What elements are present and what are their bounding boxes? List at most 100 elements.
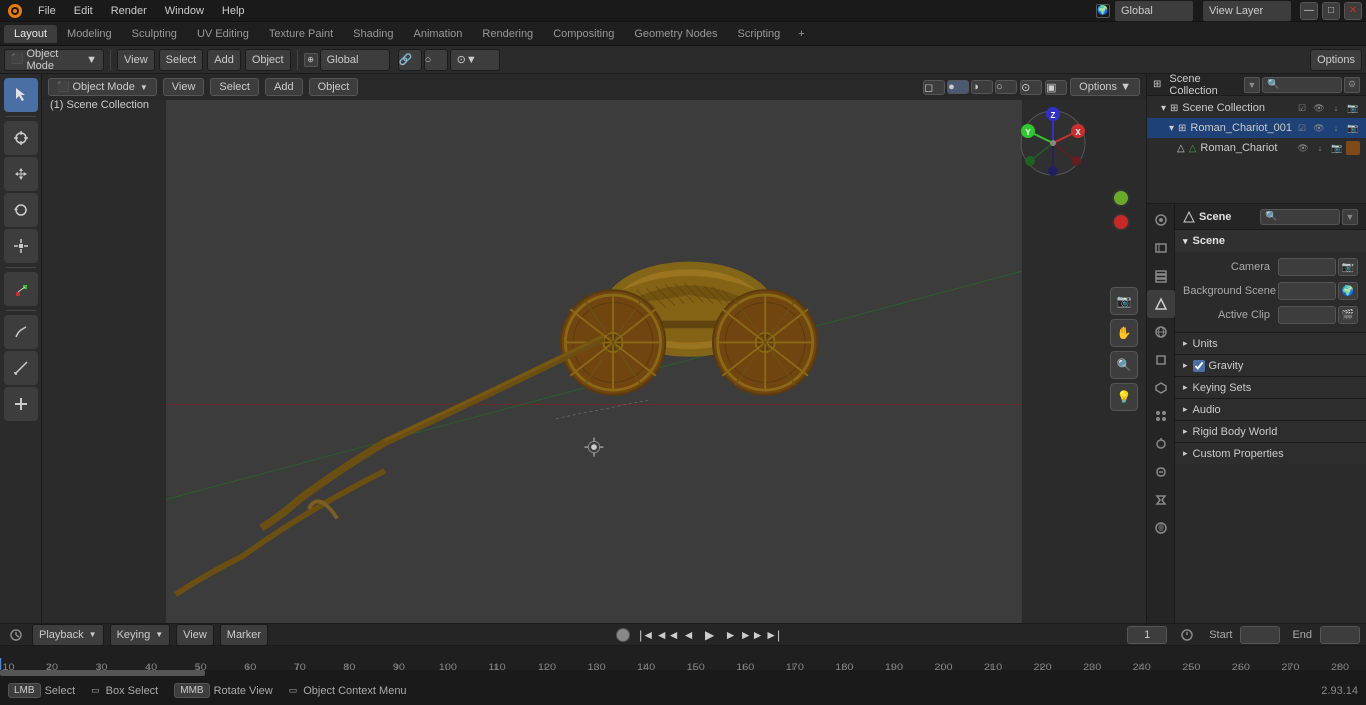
vp-lightbulb-icon[interactable]: 💡 — [1110, 383, 1138, 411]
tl-to-end-btn[interactable]: ►| — [764, 626, 782, 644]
units-section-header[interactable]: ▸ Units — [1175, 332, 1366, 354]
outliner-settings-icon[interactable]: ⚙ — [1344, 77, 1360, 93]
vp-zoom-icon[interactable]: 🔍 — [1110, 351, 1138, 379]
prop-tab-view-layer[interactable] — [1147, 262, 1175, 290]
audio-section-header[interactable]: ▸ Audio — [1175, 398, 1366, 420]
timeline-scrollbar-thumb[interactable] — [0, 670, 205, 676]
prop-tab-physics[interactable] — [1147, 430, 1175, 458]
vp-xray-btn[interactable]: ▣ — [1045, 80, 1067, 95]
view-timeline-btn[interactable]: View — [176, 624, 214, 646]
scene-selector[interactable]: Global — [1114, 0, 1194, 22]
proportional-btn[interactable]: ○ — [424, 49, 448, 71]
vp-overlay-btn[interactable]: ⊙ — [1020, 80, 1042, 95]
prop-tab-render[interactable] — [1147, 206, 1175, 234]
transform-icon[interactable]: ⊕ — [304, 53, 318, 67]
scene-section-header[interactable]: ▾ Scene — [1175, 230, 1366, 252]
tab-layout[interactable]: Layout — [4, 25, 57, 43]
outliner-row-chariot-001[interactable]: ▾ ⊞ Roman_Chariot_001 ☑ 👁 ↓ 📷 — [1147, 118, 1366, 138]
tab-shading[interactable]: Shading — [343, 25, 403, 43]
mode-selector[interactable]: ⬛ Object Mode ▼ — [4, 49, 104, 71]
active-clip-value[interactable] — [1278, 306, 1336, 324]
collection-restrict-icon[interactable]: 👁 — [1312, 101, 1326, 115]
tool-move[interactable] — [4, 157, 38, 191]
prop-tab-particles[interactable] — [1147, 402, 1175, 430]
viewport[interactable]: ⬛ Object Mode ▼ View Select Add Object ◻… — [42, 74, 1146, 623]
menu-file[interactable]: File — [30, 3, 64, 19]
outliner-filter-icon[interactable]: ▼ — [1244, 77, 1260, 93]
tl-play-btn[interactable]: ▶ — [701, 626, 719, 644]
marker-btn[interactable]: Marker — [220, 624, 268, 646]
nav-gizmo[interactable]: X Y Z — [1016, 106, 1091, 181]
tl-next-frame-btn[interactable]: ►► — [743, 626, 761, 644]
mesh-restrict-icon[interactable]: 👁 — [1296, 141, 1310, 155]
tool-rotate[interactable] — [4, 193, 38, 227]
collection-exclude-icon[interactable]: ☑ — [1295, 101, 1309, 115]
tool-transform[interactable] — [4, 272, 38, 306]
menu-help[interactable]: Help — [214, 3, 253, 19]
prop-tab-scene[interactable] — [1147, 290, 1175, 318]
vp-camera-icon[interactable]: 📷 — [1110, 287, 1138, 315]
menu-window[interactable]: Window — [157, 3, 212, 19]
chariot001-hide-icon[interactable]: ↓ — [1329, 121, 1343, 135]
prop-tab-object[interactable] — [1147, 346, 1175, 374]
proportional-mode-btn[interactable]: ⊙▼ — [450, 49, 500, 71]
prop-tab-constraints[interactable] — [1147, 458, 1175, 486]
add-btn[interactable]: Add — [207, 49, 241, 71]
bg-scene-value[interactable] — [1278, 282, 1336, 300]
prop-tab-material[interactable] — [1147, 514, 1175, 542]
tl-prev-keyframe-btn[interactable]: ◄ — [680, 626, 698, 644]
vp-select-btn[interactable]: Select — [210, 78, 259, 96]
collection-render-icon[interactable]: 📷 — [1346, 101, 1360, 115]
vp-options-btn[interactable]: Options ▼ — [1070, 78, 1140, 96]
menu-edit[interactable]: Edit — [66, 3, 101, 19]
start-frame-input[interactable]: 1 — [1240, 626, 1280, 644]
vp-solid-btn[interactable]: ● — [947, 80, 969, 94]
prop-tab-output[interactable] — [1147, 234, 1175, 262]
keying-sets-section-header[interactable]: ▸ Keying Sets — [1175, 376, 1366, 398]
blender-logo-icon[interactable] — [4, 0, 26, 22]
menu-render[interactable]: Render — [103, 3, 155, 19]
collection-hide-icon[interactable]: ↓ — [1329, 101, 1343, 115]
record-btn[interactable] — [616, 628, 630, 642]
prop-tab-world[interactable] — [1147, 318, 1175, 346]
tl-prev-frame-btn[interactable]: ◄◄ — [659, 626, 677, 644]
options-btn[interactable]: Options — [1310, 49, 1362, 71]
tool-measure[interactable] — [4, 351, 38, 385]
tab-uv-editing[interactable]: UV Editing — [187, 25, 259, 43]
mesh-render-icon[interactable]: 📷 — [1330, 141, 1344, 155]
playback-btn[interactable]: Playback ▼ — [32, 624, 104, 646]
timeline-icon[interactable] — [6, 625, 26, 645]
tab-texture-paint[interactable]: Texture Paint — [259, 25, 343, 43]
camera-picker-btn[interactable]: 📷 — [1338, 258, 1358, 276]
tab-modeling[interactable]: Modeling — [57, 25, 122, 43]
orb-red[interactable] — [1112, 213, 1130, 231]
window-maximize-btn[interactable]: □ — [1322, 2, 1340, 20]
transform-selector[interactable]: Global — [320, 49, 390, 71]
tab-rendering[interactable]: Rendering — [472, 25, 543, 43]
vp-wireframe-btn[interactable]: ◻ — [923, 80, 945, 95]
prop-tab-data[interactable] — [1147, 486, 1175, 514]
view-layer-selector[interactable]: View Layer — [1202, 0, 1292, 22]
tab-geometry-nodes[interactable]: Geometry Nodes — [624, 25, 727, 43]
tab-add-btn[interactable]: + — [790, 25, 812, 43]
tab-sculpting[interactable]: Sculpting — [122, 25, 187, 43]
tool-select[interactable] — [4, 78, 38, 112]
current-frame-input[interactable]: 1 — [1127, 626, 1167, 644]
tab-scripting[interactable]: Scripting — [727, 25, 790, 43]
view-btn[interactable]: View — [117, 49, 155, 71]
vp-mode-btn[interactable]: ⬛ Object Mode ▼ — [48, 78, 157, 96]
prop-filter-icon[interactable]: ▼ — [1342, 209, 1358, 225]
vp-view-btn[interactable]: View — [163, 78, 205, 96]
outliner-row-scene-collection[interactable]: ▾ ⊞ Scene Collection ☑ 👁 ↓ 📷 — [1147, 98, 1366, 118]
vp-hand-icon[interactable]: ✋ — [1110, 319, 1138, 347]
tool-add-object[interactable] — [4, 387, 38, 421]
timeline-scrollbar[interactable] — [0, 670, 1366, 676]
tab-compositing[interactable]: Compositing — [543, 25, 624, 43]
mesh-hide-icon[interactable]: ↓ — [1313, 141, 1327, 155]
outliner-search-input[interactable] — [1262, 77, 1342, 93]
chariot001-exclude-icon[interactable]: ☑ — [1295, 121, 1309, 135]
window-close-btn[interactable]: ✕ — [1344, 2, 1362, 20]
prop-search-input[interactable] — [1260, 209, 1340, 225]
vp-material-btn[interactable]: ◑ — [971, 80, 993, 94]
outliner-row-chariot-mesh[interactable]: △ △ Roman_Chariot 👁 ↓ 📷 — [1147, 138, 1366, 158]
